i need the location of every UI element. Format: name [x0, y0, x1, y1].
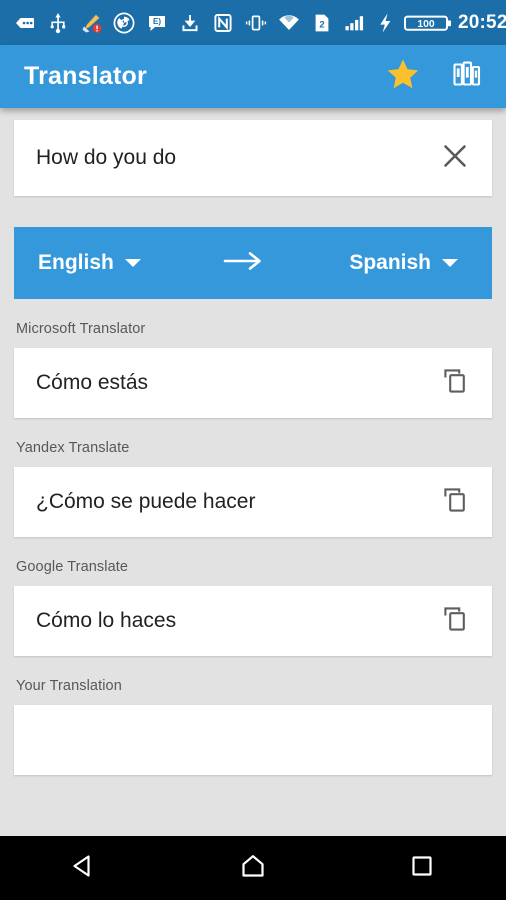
close-icon [442, 143, 468, 174]
provider-label: Yandex Translate [16, 440, 130, 456]
copy-button[interactable] [436, 602, 474, 640]
android-navigation-bar [0, 836, 506, 900]
usb-icon [47, 12, 69, 34]
favorite-star-button[interactable] [386, 57, 420, 96]
source-text-card[interactable]: How do you do [14, 120, 492, 196]
translation-text: Cómo estás [36, 371, 149, 395]
charging-battery-icon: 100 [404, 12, 452, 34]
charging-bolt-icon [377, 12, 393, 34]
status-bar-notification-icons: E) 2 100 [14, 12, 452, 34]
target-language-selector[interactable]: Spanish [349, 251, 458, 275]
messaging-dots-icon [14, 12, 36, 34]
result-section: Microsoft Translator Cómo estás [0, 321, 506, 418]
copy-icon [441, 367, 469, 400]
provider-label: Microsoft Translator [16, 321, 146, 337]
provider-label: Google Translate [16, 559, 129, 575]
direction-arrow [220, 248, 270, 278]
books-icon [451, 58, 483, 95]
app-root: E) 2 100 20:52 Translator How do you do … [0, 0, 506, 900]
source-language-label: English [38, 251, 114, 274]
download-icon [179, 12, 201, 34]
copy-button[interactable] [436, 364, 474, 402]
translation-card[interactable]: Cómo estás [14, 348, 492, 418]
copy-button[interactable] [436, 483, 474, 521]
nfc-icon [212, 12, 234, 34]
nav-recents-button[interactable] [387, 844, 457, 892]
language-selector-bar: English Spanish [14, 227, 492, 299]
copy-icon [441, 605, 469, 638]
app-bar: Translator [0, 45, 506, 108]
vibrate-icon [245, 12, 267, 34]
user-translation-label: Your Translation [16, 678, 122, 694]
translation-text: ¿Cómo se puede hacer [36, 490, 256, 514]
wifi-icon [278, 12, 300, 34]
home-icon [238, 851, 268, 886]
svg-text:E): E) [153, 17, 161, 26]
nav-back-button[interactable] [49, 844, 119, 892]
sim-slot-icon: 2 [311, 12, 333, 34]
source-language-selector[interactable]: English [38, 251, 141, 275]
result-section: Google Translate Cómo lo haces [0, 559, 506, 656]
chrome-icon [113, 12, 135, 34]
dictionary-library-button[interactable] [450, 60, 484, 94]
svg-text:2: 2 [319, 19, 324, 30]
app-bar-actions [386, 57, 484, 96]
battery-level-text: 100 [417, 18, 435, 29]
target-language-label: Spanish [349, 251, 431, 274]
arrow-right-icon [222, 249, 268, 278]
nav-home-button[interactable] [218, 844, 288, 892]
chevron-down-icon [124, 259, 141, 267]
square-icon [407, 851, 437, 886]
copy-icon [441, 486, 469, 519]
signal-bars-icon [344, 12, 366, 34]
result-section: Yandex Translate ¿Cómo se puede hacer [0, 440, 506, 537]
user-translation-card[interactable] [14, 705, 492, 775]
status-bar: E) 2 100 20:52 [0, 0, 506, 45]
translation-text: Cómo lo haces [36, 609, 177, 633]
clear-text-button[interactable] [436, 139, 474, 177]
star-icon [386, 57, 420, 96]
cleaner-broom-alert-icon [80, 12, 102, 34]
translation-card[interactable]: Cómo lo haces [14, 586, 492, 656]
user-translation-section: Your Translation [0, 678, 506, 775]
status-bar-right: 20:52 [452, 12, 506, 34]
back-triangle-icon [69, 851, 99, 886]
main-scroll-area[interactable]: How do you do English Spanish Microsoft … [0, 108, 506, 836]
source-text-input[interactable]: How do you do [36, 145, 436, 170]
translation-card[interactable]: ¿Cómo se puede hacer [14, 467, 492, 537]
sms-icon: E) [146, 12, 168, 34]
chevron-down-icon [442, 259, 458, 267]
page-title: Translator [24, 62, 147, 90]
status-bar-clock: 20:52 [458, 11, 506, 33]
